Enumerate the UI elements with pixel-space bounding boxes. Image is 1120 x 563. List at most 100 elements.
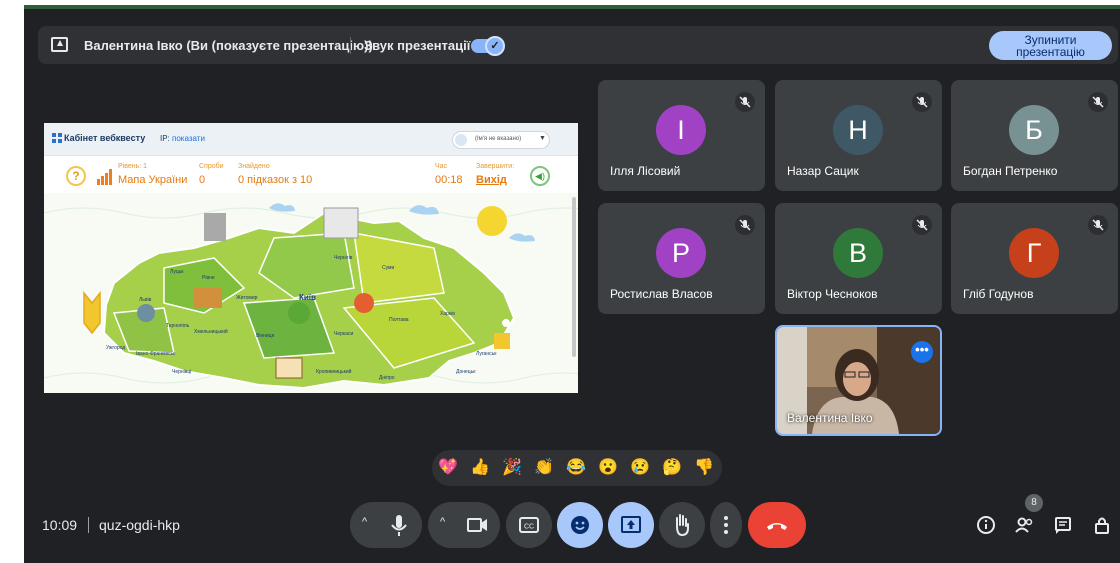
clock: 10:09 xyxy=(42,517,78,533)
map-label-cherkasy: Черкаси xyxy=(334,331,354,337)
thinking-face-icon[interactable]: 🤔 xyxy=(662,458,682,478)
scrollbar[interactable] xyxy=(572,197,576,357)
more-options-button[interactable] xyxy=(710,502,742,548)
presenter-label: Валентина Івко (Ви (показуєте презентаці… xyxy=(84,38,373,53)
thumbs-down-icon[interactable]: 👎 xyxy=(694,458,714,478)
attempts-value: 0 xyxy=(199,174,206,186)
joy-face-icon[interactable]: 😂 xyxy=(566,458,586,478)
chevron-up-icon[interactable]: ^ xyxy=(440,516,445,528)
camera-icon xyxy=(467,518,487,532)
chevron-up-icon[interactable]: ^ xyxy=(362,516,367,528)
time-value: 00:18 xyxy=(435,174,463,186)
mic-button[interactable] xyxy=(378,504,420,546)
webquest-logo-icon xyxy=(52,133,62,143)
map-label-zhytomyr: Житомир xyxy=(236,295,258,301)
avatar xyxy=(455,134,467,146)
crying-face-icon[interactable]: 😢 xyxy=(630,458,650,478)
avatar: Г xyxy=(1009,228,1059,278)
thumbs-up-icon[interactable]: 👍 xyxy=(470,458,490,478)
present-icon xyxy=(621,516,641,533)
shared-screen: Кабінет вебквесту IP: показати (Ім'я не … xyxy=(44,123,578,393)
volume-icon[interactable]: ◀) xyxy=(530,166,550,186)
divider xyxy=(350,37,351,54)
avatar: Р xyxy=(656,228,706,278)
help-icon[interactable]: ? xyxy=(66,166,86,186)
meeting-code: quz-ogdi-hkp xyxy=(99,517,180,533)
ip-label: IP: xyxy=(160,134,170,143)
clapping-hands-icon[interactable]: 👏 xyxy=(534,458,554,478)
map-label-ivano-frankivsk: Івано-Франківськ xyxy=(136,351,176,357)
participant-name: Ілля Лісовий xyxy=(610,164,681,178)
map-label-luhansk: Луганськ xyxy=(476,351,497,357)
end-call-button[interactable] xyxy=(748,502,806,548)
more-vert-icon xyxy=(724,516,728,534)
mic-off-icon xyxy=(912,215,932,235)
map-label-vinnytsia: Вінниця xyxy=(256,333,275,339)
lock-icon[interactable] xyxy=(1091,514,1113,536)
participant-tile[interactable]: Н Назар Сацик xyxy=(775,80,942,191)
ukraine-map[interactable]: Київ Луцьк Рівне Житомир Чернігів Суми Х… xyxy=(44,193,578,393)
mic-control-group: ^ xyxy=(350,502,422,548)
participant-tile[interactable]: І Ілля Лісовий xyxy=(598,80,765,191)
participant-name: Назар Сацик xyxy=(787,164,859,178)
webquest-header: Кабінет вебквесту IP: показати (Ім'я не … xyxy=(44,123,578,156)
people-icon[interactable] xyxy=(1013,514,1035,536)
ip-info: IP: показати xyxy=(160,134,205,143)
self-video-tile[interactable]: Валентина Івко ••• xyxy=(775,325,942,436)
avatar: Б xyxy=(1009,105,1059,155)
emoji-button[interactable] xyxy=(557,502,603,548)
stop-presenting-button[interactable]: Зупинити презентацію xyxy=(989,31,1112,60)
avatar: І xyxy=(656,105,706,155)
map-label-sumy: Суми xyxy=(382,265,395,271)
participant-tile[interactable]: Г Гліб Годунов xyxy=(951,203,1118,314)
mic-off-icon xyxy=(1088,92,1108,112)
self-name: Валентина Івко xyxy=(787,411,873,425)
participant-name: Віктор Чесноков xyxy=(787,287,878,301)
mic-off-icon xyxy=(735,92,755,112)
participant-name: Ростислав Власов xyxy=(610,287,713,301)
raise-hand-button[interactable] xyxy=(659,502,705,548)
participant-name: Гліб Годунов xyxy=(963,287,1034,301)
map-label-lviv: Львів xyxy=(139,297,152,303)
camera-button[interactable] xyxy=(456,504,498,546)
attempts-caption: Спроби xyxy=(199,163,224,170)
map-label-lutsk: Луцьк xyxy=(170,269,184,275)
party-popper-icon[interactable]: 🎉 xyxy=(502,458,522,478)
surprised-face-icon[interactable]: 😮 xyxy=(598,458,618,478)
webquest-stats: ? Рівень: 1 Мапа України Спроби 0 Знайде… xyxy=(44,157,578,193)
presentation-sound-label: Звук презентації xyxy=(364,38,471,53)
level-caption: Рівень: 1 xyxy=(118,163,148,170)
ip-show-link[interactable]: показати xyxy=(172,134,205,143)
participant-tile[interactable]: Р Ростислав Власов xyxy=(598,203,765,314)
map-label-kropyvnytskyi: Кропивницький xyxy=(316,369,352,375)
level-bars-icon xyxy=(97,169,115,185)
chat-icon[interactable] xyxy=(1052,514,1074,536)
check-icon: ✓ xyxy=(485,36,505,56)
participant-tile[interactable]: Б Богдан Петренко xyxy=(951,80,1118,191)
more-horiz-icon[interactable]: ••• xyxy=(911,341,933,363)
mic-icon xyxy=(391,515,407,536)
people-count-badge: 8 xyxy=(1025,494,1043,512)
map-label-uzhhorod: Ужгород xyxy=(106,345,126,351)
participant-tile[interactable]: В Віктор Чесноков xyxy=(775,203,942,314)
map-label-poltava: Полтава xyxy=(389,317,409,323)
exit-link[interactable]: Вихід xyxy=(476,174,507,186)
presentation-sound-toggle[interactable]: ✓ xyxy=(471,36,505,56)
presentation-bar: Валентина Івко (Ви (показуєте презентаці… xyxy=(38,26,1118,64)
present-to-all-icon xyxy=(51,37,68,52)
name-select[interactable]: (Ім'я не вказано) ▼ xyxy=(452,131,550,149)
mic-off-icon xyxy=(912,92,932,112)
time-caption: Час xyxy=(435,163,448,170)
map-label-kharkiv: Харків xyxy=(440,311,455,317)
present-button[interactable] xyxy=(608,502,654,548)
info-icon[interactable] xyxy=(975,514,997,536)
map-label-ternopil: Тернопіль xyxy=(166,323,190,329)
found-value: 0 підказок з 10 xyxy=(238,174,313,186)
divider xyxy=(88,517,89,533)
name-select-value: (Ім'я не вказано) xyxy=(475,136,522,142)
sparkling-heart-icon[interactable]: 💖 xyxy=(438,458,458,478)
webquest-title: Кабінет вебквесту xyxy=(64,133,146,143)
captions-button[interactable]: CC xyxy=(506,502,552,548)
chevron-down-icon: ▼ xyxy=(539,135,546,142)
avatar: Н xyxy=(833,105,883,155)
